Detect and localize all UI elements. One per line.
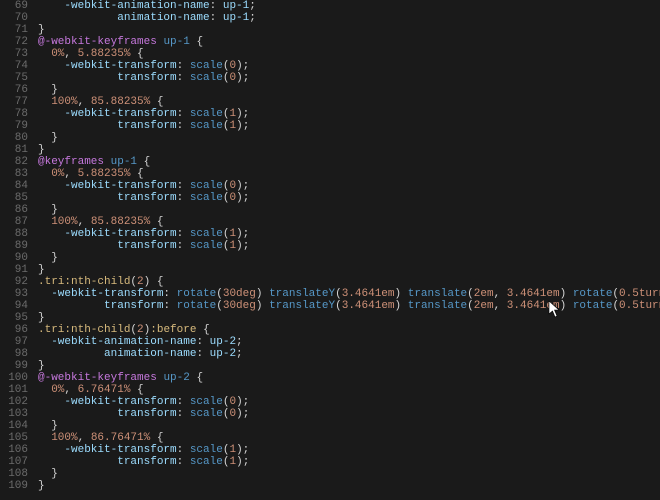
- line-number: 75: [0, 72, 28, 84]
- code-line[interactable]: transform: scale(1);: [38, 120, 660, 132]
- code-line[interactable]: @-webkit-keyframes up-1 {: [38, 36, 660, 48]
- line-number: 70: [0, 12, 28, 24]
- code-line[interactable]: 0%, 5.88235% {: [38, 48, 660, 60]
- code-line[interactable]: 0%, 6.76471% {: [38, 384, 660, 396]
- code-line[interactable]: transform: scale(0);: [38, 408, 660, 420]
- line-number: 84: [0, 180, 28, 192]
- code-line[interactable]: 100%, 85.88235% {: [38, 96, 660, 108]
- code-line[interactable]: }: [38, 312, 660, 324]
- code-line[interactable]: transform: rotate(30deg) translateY(3.46…: [38, 300, 660, 312]
- line-number: 105: [0, 432, 28, 444]
- code-line[interactable]: }: [38, 480, 660, 492]
- code-line[interactable]: @-webkit-keyframes up-2 {: [38, 372, 660, 384]
- line-number: 89: [0, 240, 28, 252]
- line-number: 92: [0, 276, 28, 288]
- line-number: 83: [0, 168, 28, 180]
- line-number: 98: [0, 348, 28, 360]
- line-number: 107: [0, 456, 28, 468]
- line-number: 71: [0, 24, 28, 36]
- line-number: 81: [0, 144, 28, 156]
- code-line[interactable]: -webkit-transform: rotate(30deg) transla…: [38, 288, 660, 300]
- line-number: 94: [0, 300, 28, 312]
- line-number: 106: [0, 444, 28, 456]
- line-number: 99: [0, 360, 28, 372]
- code-line[interactable]: }: [38, 24, 660, 36]
- line-number: 104: [0, 420, 28, 432]
- code-line[interactable]: -webkit-transform: scale(1);: [38, 444, 660, 456]
- line-number: 95: [0, 312, 28, 324]
- line-number: 108: [0, 468, 28, 480]
- line-number: 91: [0, 264, 28, 276]
- line-number: 100: [0, 372, 28, 384]
- code-line[interactable]: }: [38, 132, 660, 144]
- code-line[interactable]: }: [38, 264, 660, 276]
- code-line[interactable]: -webkit-transform: scale(1);: [38, 228, 660, 240]
- code-area[interactable]: -webkit-animation-name: up-1; animation-…: [38, 0, 660, 500]
- code-line[interactable]: }: [38, 468, 660, 480]
- line-number: 93: [0, 288, 28, 300]
- code-line[interactable]: }: [38, 252, 660, 264]
- line-number: 80: [0, 132, 28, 144]
- code-line[interactable]: @keyframes up-1 {: [38, 156, 660, 168]
- line-number: 97: [0, 336, 28, 348]
- line-gutter: 6970717273747576777879808182838485868788…: [0, 0, 38, 500]
- line-number: 74: [0, 60, 28, 72]
- line-number: 102: [0, 396, 28, 408]
- line-number: 88: [0, 228, 28, 240]
- code-line[interactable]: }: [38, 84, 660, 96]
- code-line[interactable]: .tri:nth-child(2):before {: [38, 324, 660, 336]
- code-line[interactable]: }: [38, 420, 660, 432]
- code-line[interactable]: 100%, 85.88235% {: [38, 216, 660, 228]
- line-number: 76: [0, 84, 28, 96]
- code-line[interactable]: animation-name: up-2;: [38, 348, 660, 360]
- line-number: 77: [0, 96, 28, 108]
- code-line[interactable]: }: [38, 144, 660, 156]
- line-number: 69: [0, 0, 28, 12]
- code-line[interactable]: transform: scale(1);: [38, 456, 660, 468]
- code-line[interactable]: -webkit-transform: scale(0);: [38, 396, 660, 408]
- code-line[interactable]: -webkit-transform: scale(1);: [38, 108, 660, 120]
- line-number: 79: [0, 120, 28, 132]
- code-line[interactable]: 0%, 5.88235% {: [38, 168, 660, 180]
- code-line[interactable]: }: [38, 360, 660, 372]
- line-number: 103: [0, 408, 28, 420]
- code-line[interactable]: animation-name: up-1;: [38, 12, 660, 24]
- code-line[interactable]: transform: scale(0);: [38, 72, 660, 84]
- line-number: 78: [0, 108, 28, 120]
- code-line[interactable]: 100%, 86.76471% {: [38, 432, 660, 444]
- line-number: 86: [0, 204, 28, 216]
- code-line[interactable]: transform: scale(0);: [38, 192, 660, 204]
- line-number: 90: [0, 252, 28, 264]
- code-line[interactable]: -webkit-transform: scale(0);: [38, 180, 660, 192]
- code-line[interactable]: -webkit-animation-name: up-2;: [38, 336, 660, 348]
- code-line[interactable]: .tri:nth-child(2) {: [38, 276, 660, 288]
- line-number: 101: [0, 384, 28, 396]
- line-number: 73: [0, 48, 28, 60]
- code-editor[interactable]: 6970717273747576777879808182838485868788…: [0, 0, 660, 500]
- line-number: 72: [0, 36, 28, 48]
- line-number: 87: [0, 216, 28, 228]
- line-number: 109: [0, 480, 28, 492]
- code-line[interactable]: transform: scale(1);: [38, 240, 660, 252]
- line-number: 82: [0, 156, 28, 168]
- code-line[interactable]: -webkit-animation-name: up-1;: [38, 0, 660, 12]
- code-line[interactable]: -webkit-transform: scale(0);: [38, 60, 660, 72]
- code-line[interactable]: }: [38, 204, 660, 216]
- line-number: 96: [0, 324, 28, 336]
- line-number: 85: [0, 192, 28, 204]
